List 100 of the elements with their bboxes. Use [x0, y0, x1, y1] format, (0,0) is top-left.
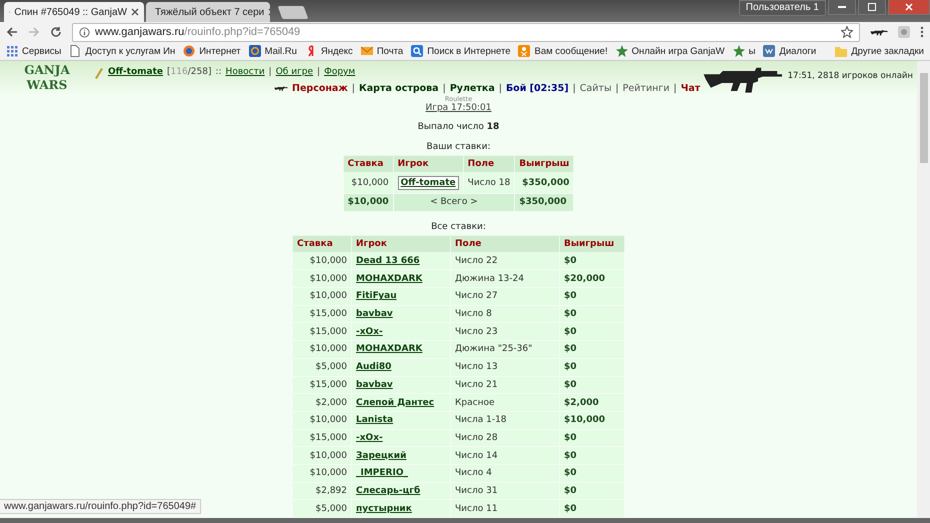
- table-cell: $5,000: [292, 500, 352, 518]
- user-link[interactable]: Off-tomate: [108, 67, 164, 77]
- separator-text: |: [268, 67, 272, 77]
- table-cell: $10,000: [560, 411, 624, 430]
- table-cell: $0: [560, 446, 624, 464]
- table-cell: $0: [560, 482, 624, 500]
- player-link[interactable]: Слепой Дантес: [356, 398, 434, 408]
- player-link[interactable]: Слесарь-цгб: [356, 486, 420, 496]
- bookmark-item[interactable]: Другие закладки: [835, 46, 924, 56]
- bookmark-item[interactable]: Яндекс: [304, 45, 353, 57]
- header-link[interactable]: Новости: [226, 67, 265, 77]
- table-cell: Число 21: [450, 376, 560, 394]
- table-cell: Число 11: [450, 500, 560, 518]
- browser-tab[interactable]: Спин #765049 :: GanjaW: [4, 2, 144, 22]
- player-link[interactable]: Dead 13 666: [356, 256, 420, 266]
- table-cell: Числа 1-18: [450, 411, 560, 430]
- table-cell: Число 27: [450, 288, 560, 306]
- table-cell: $0: [560, 429, 624, 447]
- column-header: Поле: [463, 156, 515, 172]
- nav-link[interactable]: Рулетка: [450, 83, 495, 94]
- nav-link[interactable]: Чат: [680, 83, 700, 94]
- separator-text: |: [498, 83, 502, 94]
- url-text: www.ganjawars.ru/rouinfo.php?id=765049: [95, 26, 300, 38]
- separator-text: |: [317, 67, 320, 77]
- bookmark-item[interactable]: Почта: [360, 45, 404, 57]
- table-cell: $20,000: [560, 270, 624, 288]
- table-cell: Число 28: [450, 429, 560, 447]
- table-cell: $2,000: [560, 394, 624, 412]
- table-cell: $15,000: [292, 305, 352, 323]
- table-cell: $0: [560, 252, 624, 270]
- bookmark-item[interactable]: ы: [732, 45, 756, 57]
- column-header: Игрок: [393, 156, 464, 172]
- table-cell: Число 8: [450, 305, 560, 323]
- table-cell: $0: [560, 288, 624, 306]
- nav-link[interactable]: Сайты: [580, 83, 612, 94]
- table-cell: $10,000: [292, 270, 352, 288]
- table-cell: Число 4: [450, 464, 560, 482]
- column-header: Выигрыш: [514, 156, 574, 172]
- table-cell: Красное: [450, 394, 560, 412]
- bookmark-item[interactable]: Сервисы: [6, 45, 62, 57]
- bookmark-item[interactable]: Вам сообщение!: [518, 45, 608, 57]
- bookmark-item[interactable]: Диалоги: [763, 45, 816, 57]
- player-link[interactable]: bavbav: [356, 380, 393, 390]
- browser-tab[interactable]: Тяжёлый объект 7 сери: [146, 2, 270, 22]
- separator-text: |: [352, 83, 355, 94]
- header-link[interactable]: Об игре: [276, 67, 314, 77]
- table-cell: $0: [560, 358, 624, 376]
- table-cell: $0: [560, 500, 624, 518]
- table-cell: $2,892: [292, 482, 352, 500]
- player-link[interactable]: MOHAXDARK: [356, 344, 422, 354]
- table-cell: Дюжина 13-24: [450, 270, 560, 288]
- table-cell: $0: [560, 464, 624, 482]
- table-cell: $15,000: [292, 429, 352, 447]
- player-link[interactable]: MOHAXDARK: [356, 274, 422, 284]
- player-link[interactable]: Audi80: [356, 362, 392, 372]
- status-bar: www.ganjawars.ru/rouinfo.php?id=765049#: [0, 499, 202, 514]
- player-link[interactable]: Lanista: [356, 415, 394, 426]
- address-field[interactable]: www.ganjawars.ru/rouinfo.php?id=765049: [72, 22, 860, 42]
- nav-link[interactable]: Рейтинги: [622, 83, 670, 94]
- table-cell: $5,000: [292, 358, 352, 376]
- player-link[interactable]: bavbav: [356, 309, 393, 320]
- column-header: Поле: [450, 235, 560, 252]
- column-header: Ставка: [292, 235, 352, 252]
- table-cell: $10,000: [292, 340, 352, 358]
- table-cell: Число 31: [450, 482, 560, 500]
- table-cell: $10,000: [343, 194, 394, 212]
- header-link[interactable]: Форум: [324, 67, 356, 77]
- game-logo[interactable]: GANJA WARS: [0, 61, 86, 95]
- player-link[interactable]: Off-tomate: [398, 176, 459, 190]
- player-link[interactable]: -xOx-: [356, 326, 383, 337]
- table-cell: Число 22: [450, 252, 560, 270]
- game-title-link[interactable]: Игра 17:50:01: [426, 103, 492, 113]
- table-cell: $10,000: [292, 252, 352, 270]
- bookmark-item[interactable]: Mail.Ru: [248, 45, 297, 57]
- bookmark-item[interactable]: Интернет: [183, 45, 241, 57]
- player-link[interactable]: FitiFyau: [356, 291, 397, 302]
- table-cell: $350,000: [514, 194, 574, 212]
- my-bets-caption: Ваши ставки:: [426, 142, 490, 152]
- bookmark-item[interactable]: Онлайн игра GanjaW: [616, 45, 725, 57]
- nav-link[interactable]: Бой [02:35]: [506, 83, 569, 94]
- health-text: [116/258]: [167, 67, 212, 77]
- online-status: 17:51, 2818 игроков онлайн: [788, 70, 913, 81]
- table-cell: $10,000: [292, 464, 352, 482]
- nav-link[interactable]: Персонаж: [292, 83, 348, 94]
- table-cell: $10,000: [292, 446, 352, 464]
- separator-text: |: [442, 83, 446, 94]
- bookmark-item[interactable]: Доступ к услугам Ин: [69, 45, 176, 57]
- player-link[interactable]: Зарецкий: [356, 450, 406, 461]
- table-cell: $0: [560, 376, 624, 394]
- player-link[interactable]: пустырник: [356, 504, 412, 514]
- table-cell: $15,000: [292, 376, 352, 394]
- player-link[interactable]: -xOx-: [356, 432, 383, 443]
- nav-link[interactable]: Карта острова: [358, 83, 439, 94]
- player-link[interactable]: _IMPERIO_: [356, 468, 408, 478]
- column-header: Выигрыш: [560, 235, 624, 252]
- table-cell: Число 13: [450, 358, 560, 376]
- bookmark-item[interactable]: Поиск в Интернете: [411, 45, 510, 57]
- table-cell: Число 23: [450, 322, 560, 341]
- profile-button[interactable]: Пользователь 1: [738, 0, 826, 16]
- table-cell: Дюжина "25-36": [450, 340, 560, 358]
